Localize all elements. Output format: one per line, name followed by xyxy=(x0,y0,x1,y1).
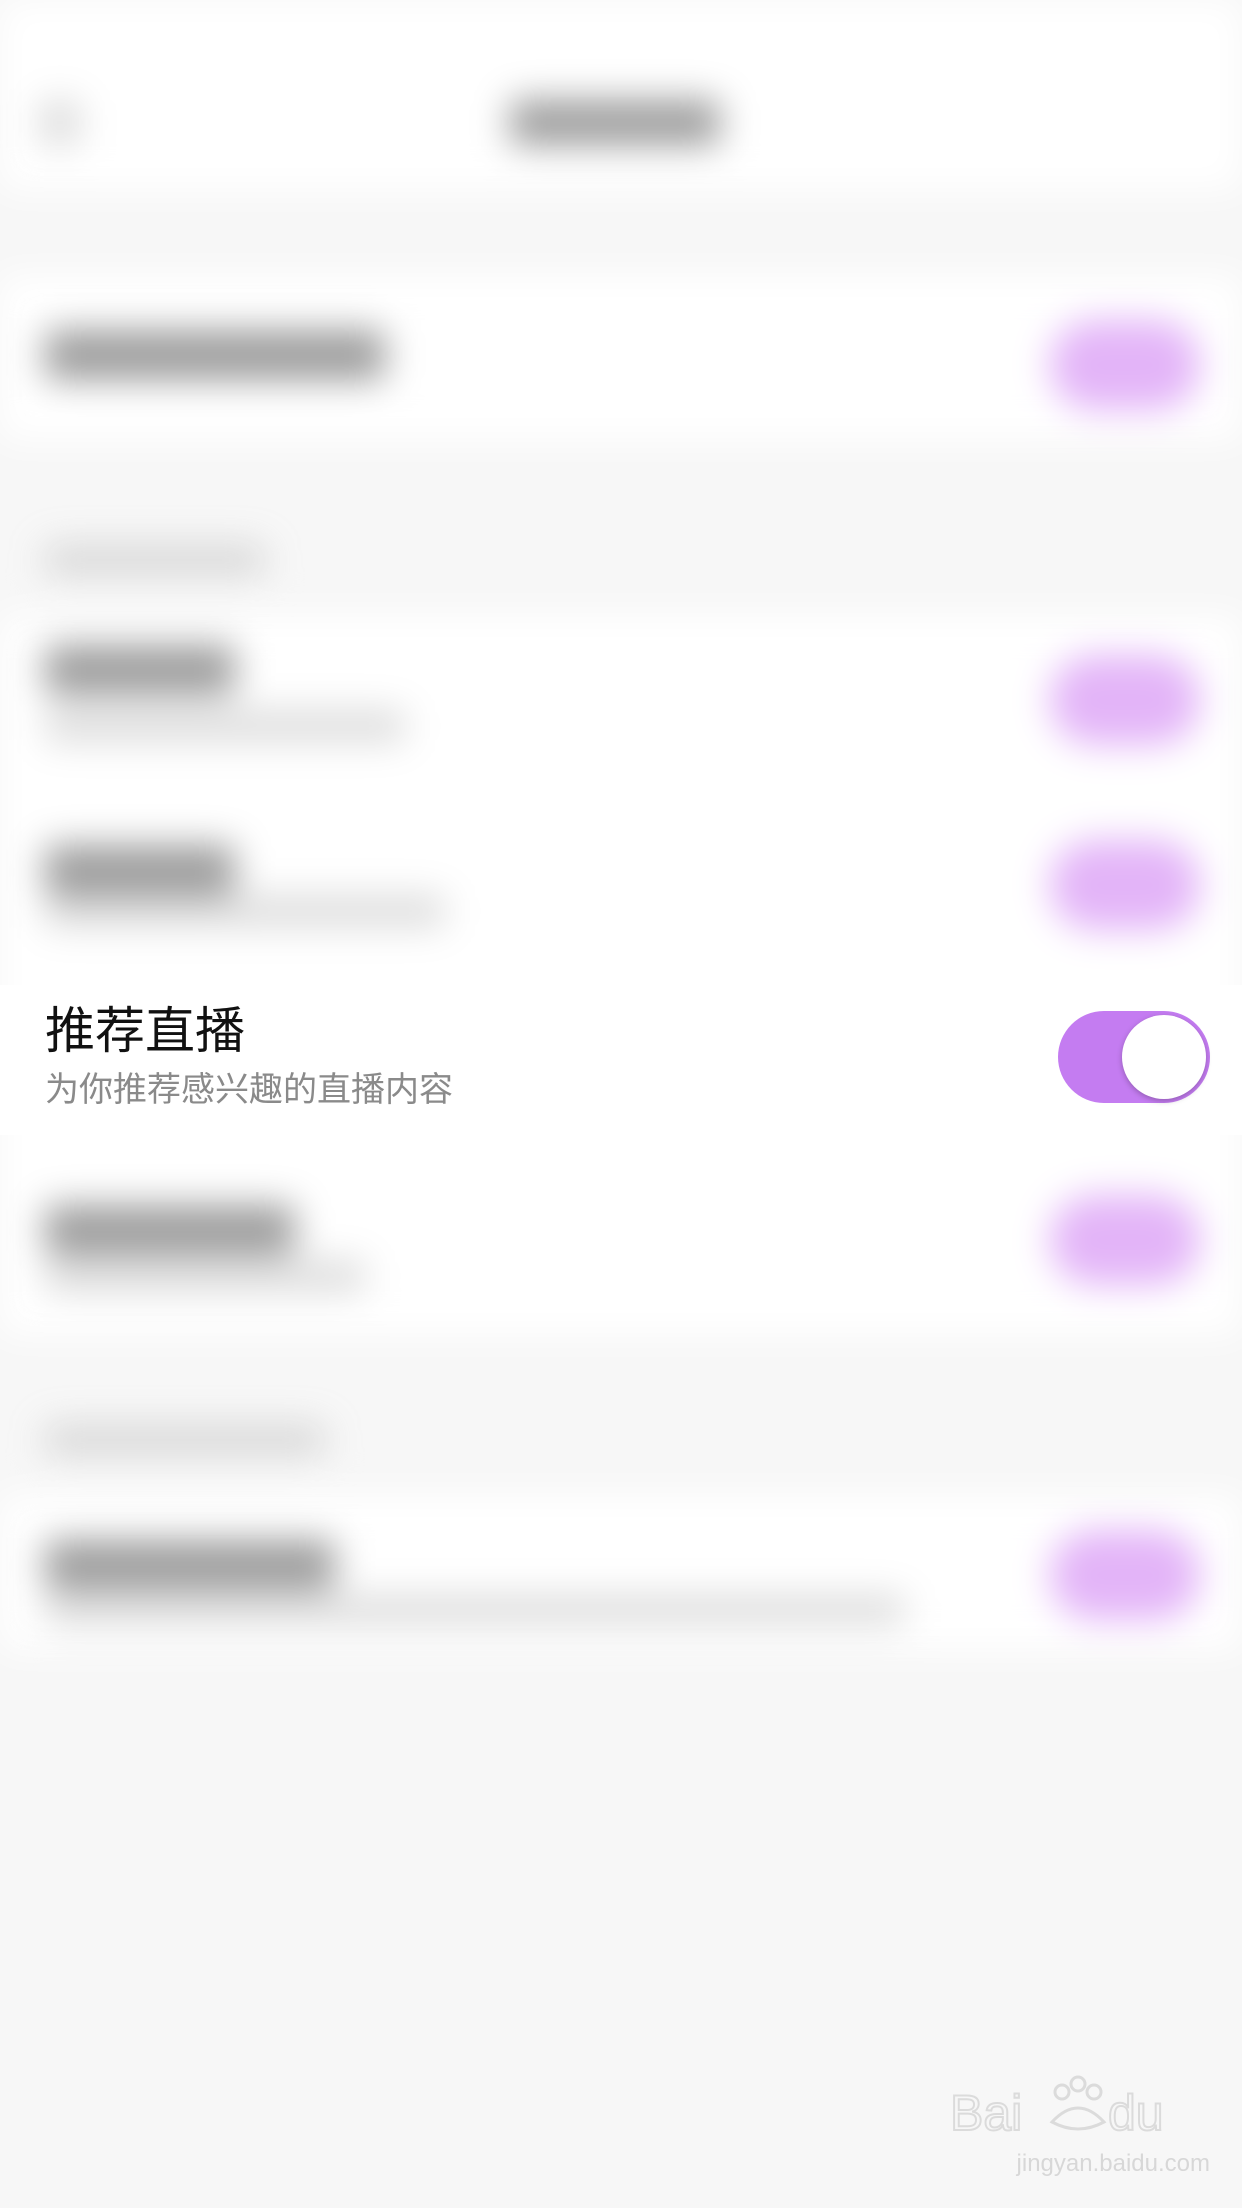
blurred-row-2-subtitle xyxy=(45,710,405,742)
blurred-row-1-toggle xyxy=(1050,320,1200,410)
recommend-live-toggle[interactable] xyxy=(1058,1011,1210,1103)
blurred-row-3-toggle xyxy=(1050,840,1200,930)
blurred-row-3-subtitle xyxy=(45,895,445,927)
blurred-row-2-title xyxy=(45,645,235,695)
blurred-section-header-2 xyxy=(45,1425,325,1455)
blurred-row-1-text xyxy=(45,330,385,380)
blurred-row-5-subtitle xyxy=(45,1260,365,1292)
blurred-row-5-toggle xyxy=(1050,1195,1200,1285)
blurred-row-6-title xyxy=(45,1540,335,1590)
blurred-section-header-1 xyxy=(45,545,265,575)
blurred-back-icon xyxy=(40,100,80,145)
row-subtitle: 为你推荐感兴趣的直播内容 xyxy=(45,1070,453,1110)
watermark-url: jingyan.baidu.com xyxy=(1016,2150,1210,2177)
blurred-row-3-title xyxy=(45,845,235,895)
blurred-header xyxy=(0,0,1242,190)
blurred-row-5-title xyxy=(45,1205,295,1255)
row-title: 推荐直播 xyxy=(45,1002,245,1060)
settings-row-recommend-live: 推荐直播 为你推荐感兴趣的直播内容 xyxy=(0,985,1242,1135)
svg-text:du: du xyxy=(1108,2085,1164,2141)
blurred-nav-title xyxy=(510,100,720,145)
toggle-knob xyxy=(1122,1015,1206,1099)
baidu-paw-logo-icon: Bai du xyxy=(950,2075,1165,2142)
blurred-row-6-subtitle xyxy=(45,1595,905,1625)
blurred-row-6-toggle xyxy=(1050,1530,1200,1620)
svg-text:Bai: Bai xyxy=(950,2085,1022,2141)
blurred-row-2-toggle xyxy=(1050,655,1200,745)
settings-screen: 推荐直播 为你推荐感兴趣的直播内容 Bai du jingyan.baidu.c… xyxy=(0,0,1242,2208)
baidu-jingyan-watermark: Bai du jingyan.baidu.com xyxy=(950,2070,1210,2180)
